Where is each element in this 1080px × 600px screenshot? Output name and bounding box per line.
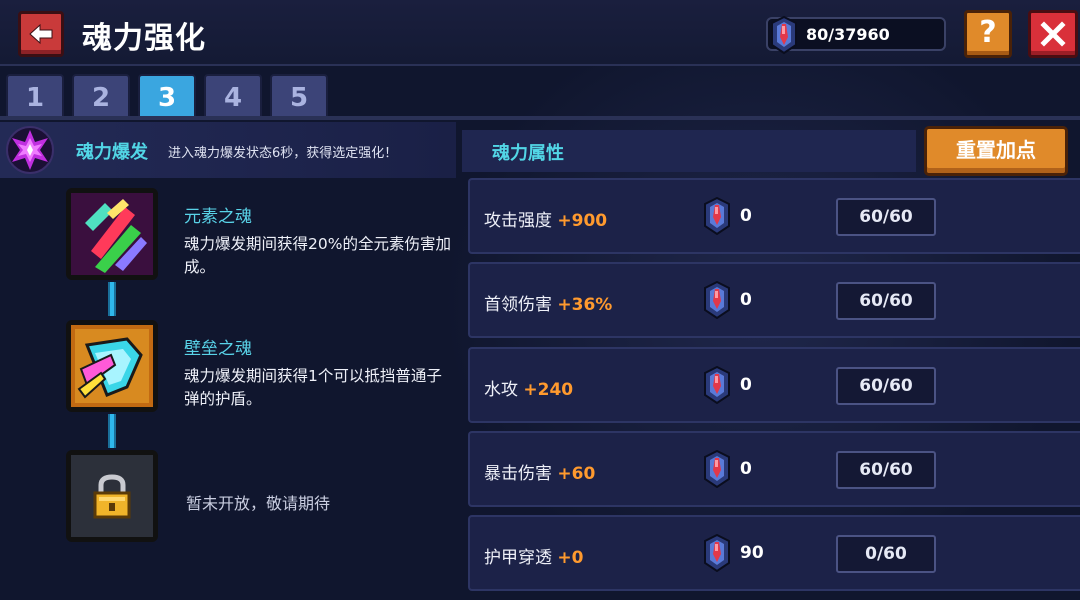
tab-4[interactable]: 4 <box>204 74 262 118</box>
soul-gem-icon <box>702 533 732 573</box>
attribute-level[interactable]: 0/60 <box>836 535 936 573</box>
attribute-bonus: +0 <box>557 548 584 568</box>
attribute-level[interactable]: 60/60 <box>836 367 936 405</box>
attribute-label: 暴击伤害 <box>484 464 552 484</box>
soul-burst-title: 魂力爆发 <box>76 142 148 163</box>
attributes-header: 魂力属性 <box>462 130 916 172</box>
lock-icon <box>71 455 153 537</box>
tab-divider <box>0 116 1080 120</box>
attribute-name: 护甲穿透 +0 <box>484 543 583 568</box>
top-bar: 魂力强化 80/37960 ? <box>0 0 1080 66</box>
attribute-name: 暴击伤害 +60 <box>484 459 595 484</box>
attribute-label: 首领伤害 <box>484 295 552 315</box>
attribute-level[interactable]: 60/60 <box>836 282 936 320</box>
element-soul-description: 魂力爆发期间获得20%的全元素伤害加成。 <box>184 235 451 276</box>
skill-connector <box>108 282 116 316</box>
soul-currency-display: 80/37960 <box>766 15 946 55</box>
attribute-bonus: +240 <box>523 380 574 400</box>
tab-1[interactable]: 1 <box>6 74 64 118</box>
close-button[interactable] <box>1028 10 1078 58</box>
attribute-cost: 0 <box>740 375 752 395</box>
soul-gem-icon <box>702 196 732 236</box>
soul-burst-description: 进入魂力爆发状态6秒，获得选定强化！ <box>168 146 398 161</box>
element-crystals-icon <box>71 193 153 275</box>
attribute-name: 水攻 +240 <box>484 375 573 400</box>
attribute-row[interactable]: 攻击强度 +900 0 60/60 <box>468 178 1080 254</box>
soul-gem-icon <box>702 365 732 405</box>
page-title: 魂力强化 <box>82 21 206 56</box>
attribute-name: 首领伤害 +36% <box>484 290 612 315</box>
attribute-name: 攻击强度 +900 <box>484 206 607 231</box>
attribute-row[interactable]: 护甲穿透 +0 90 0/60 <box>468 515 1080 591</box>
back-button[interactable] <box>18 11 64 57</box>
locked-soul-slot[interactable] <box>66 450 158 542</box>
attribute-level[interactable]: 60/60 <box>836 198 936 236</box>
attribute-level[interactable]: 60/60 <box>836 451 936 489</box>
close-icon <box>1040 21 1066 47</box>
attribute-label: 攻击强度 <box>484 211 552 231</box>
attribute-row[interactable]: 暴击伤害 +60 0 60/60 <box>468 431 1080 507</box>
attribute-bonus: +36% <box>557 295 613 315</box>
tab-5[interactable]: 5 <box>270 74 328 118</box>
soul-burst-icon <box>6 126 54 174</box>
element-soul-name: 元素之魂 <box>184 207 252 227</box>
locked-soul-text: 暂未开放，敬请期待 <box>186 494 331 513</box>
skill-connector <box>108 414 116 448</box>
element-soul-icon[interactable] <box>66 188 158 280</box>
soul-gem-icon <box>702 449 732 489</box>
soul-gem-icon <box>771 15 797 55</box>
reset-points-button[interactable]: 重置加点 <box>924 126 1068 176</box>
tab-2[interactable]: 2 <box>72 74 130 118</box>
soul-burst-header: 魂力爆发 进入魂力爆发状态6秒，获得选定强化！ <box>0 122 456 178</box>
currency-value: 80/37960 <box>806 25 890 44</box>
attribute-cost: 90 <box>740 543 764 563</box>
attribute-label: 护甲穿透 <box>484 548 552 568</box>
attribute-bonus: +900 <box>557 211 608 231</box>
help-button[interactable]: ? <box>964 10 1012 58</box>
attribute-cost: 0 <box>740 459 752 479</box>
soul-gem-icon <box>702 280 732 320</box>
attributes-title: 魂力属性 <box>492 143 564 164</box>
bulwark-soul-name: 壁垒之魂 <box>184 339 252 359</box>
attribute-cost: 0 <box>740 290 752 310</box>
attribute-row[interactable]: 首领伤害 +36% 0 60/60 <box>468 262 1080 338</box>
attribute-label: 水攻 <box>484 380 518 400</box>
tab-3[interactable]: 3 <box>138 74 196 118</box>
bulwark-soul-icon[interactable] <box>66 320 158 412</box>
shield-icon <box>71 325 153 407</box>
attribute-cost: 0 <box>740 206 752 226</box>
back-arrow-icon <box>29 23 53 45</box>
attribute-bonus: +60 <box>557 464 596 484</box>
attribute-row[interactable]: 水攻 +240 0 60/60 <box>468 347 1080 423</box>
bulwark-soul-description: 魂力爆发期间获得1个可以抵挡普通子弹的护盾。 <box>184 367 442 408</box>
